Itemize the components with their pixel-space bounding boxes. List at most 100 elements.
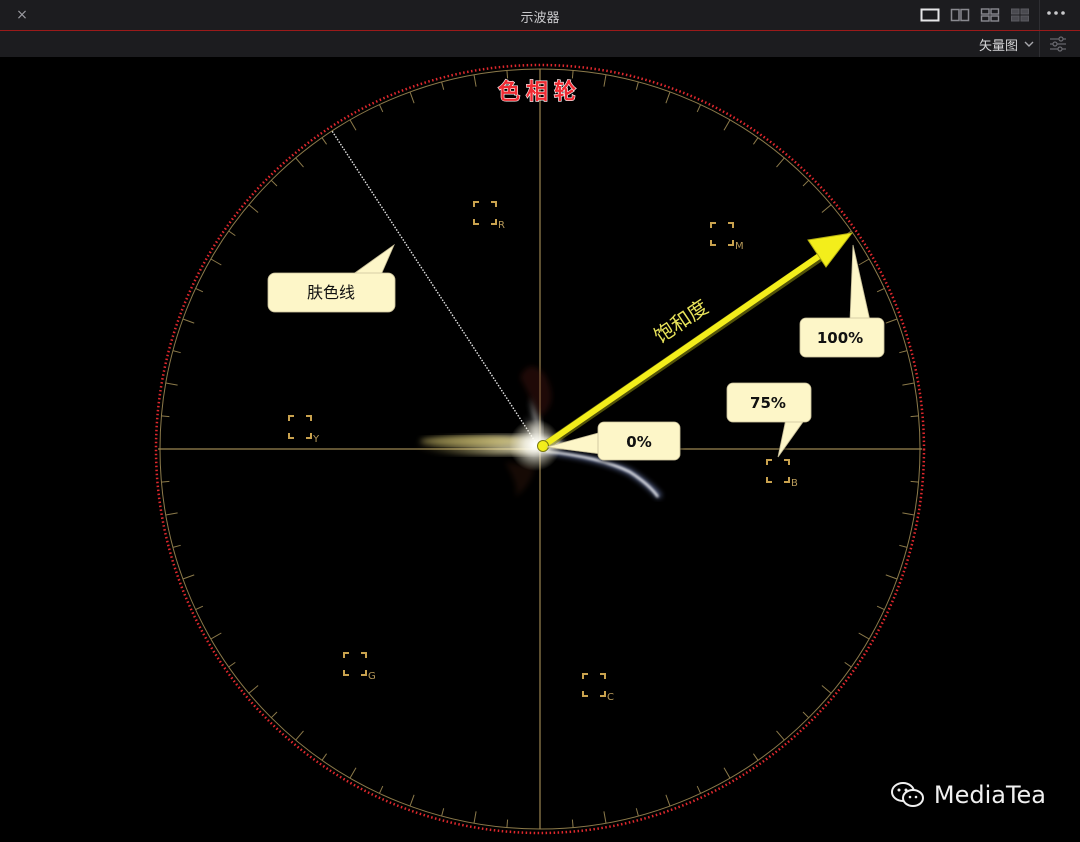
graticule-tick — [821, 204, 832, 213]
skin-tone-label: 肤色线 — [307, 283, 355, 302]
graticule-tick — [161, 480, 170, 483]
graticule-tick — [603, 811, 607, 824]
zero-label: 0% — [626, 433, 651, 451]
vectorscope-display: RMYBGC 色相轮 饱和度 肤色线 0% 75% 100% — [154, 63, 926, 835]
graticule-tick — [696, 785, 702, 794]
graticule-tick — [899, 544, 908, 548]
graticule-tick — [506, 819, 509, 828]
graticule-tick — [910, 480, 919, 483]
graticule-tick — [802, 711, 810, 719]
graticule-tick — [165, 382, 178, 386]
graticule-tick — [885, 318, 898, 324]
graticule-tick — [321, 753, 328, 761]
graticule-tick — [876, 605, 885, 611]
target-label: R — [498, 220, 505, 231]
graticule-tick — [349, 119, 357, 131]
graticule-tick — [696, 104, 702, 113]
graticule-tick — [228, 230, 236, 237]
target-box-r: R — [473, 201, 505, 231]
graticule-tick — [210, 258, 222, 266]
graticule-tick — [409, 794, 415, 807]
graticule-tick — [195, 605, 204, 611]
graticule-tick — [165, 512, 178, 516]
graticule-tick — [295, 157, 304, 168]
graticule-tick — [885, 574, 898, 580]
graticule-tick — [228, 661, 236, 668]
graticule-tick — [473, 74, 477, 87]
graticule-tick — [270, 711, 278, 719]
graticule-tick — [161, 415, 170, 418]
graticule-tick — [603, 74, 607, 87]
target-label: C — [607, 692, 614, 703]
graticule-tick — [409, 91, 415, 104]
divider — [1039, 31, 1040, 57]
single-view-icon[interactable] — [918, 6, 942, 24]
graticule-tick — [506, 70, 509, 79]
graticule-tick — [802, 179, 810, 187]
graticule-tick — [635, 81, 639, 90]
title-bar: × 示波器 — [0, 0, 1080, 31]
graticule-tick — [844, 661, 852, 668]
graticule-tick — [910, 415, 919, 418]
dual-view-icon[interactable] — [948, 6, 972, 24]
graticule-tick — [902, 512, 915, 516]
graticule-tick — [665, 91, 671, 104]
quad-view-icon[interactable] — [978, 6, 1002, 24]
graticule-tick — [635, 808, 639, 817]
vectorscope-title: 色相轮 — [498, 79, 582, 105]
graticule-tick — [270, 179, 278, 187]
graticule-tick — [571, 70, 574, 79]
settings-sliders-icon[interactable] — [1044, 33, 1072, 55]
target-box-y: Y — [288, 415, 320, 445]
target-box-b: B — [766, 459, 798, 489]
target-box-c: C — [582, 673, 614, 703]
graticule-tick — [858, 632, 870, 640]
graticule-tick — [172, 350, 181, 354]
more-options-icon[interactable] — [1040, 3, 1072, 25]
graticule-tick — [571, 819, 574, 828]
graticule-tick — [723, 119, 731, 131]
graticule-tick — [349, 767, 357, 779]
wechat-icon — [890, 782, 924, 807]
chevron-down-icon — [1024, 37, 1034, 52]
graticule-tick — [210, 632, 222, 640]
scope-mode-label: 矢量图 — [978, 38, 1018, 54]
graticule-tick — [858, 258, 870, 266]
target-label: Y — [312, 434, 320, 445]
graticule-tick — [776, 730, 785, 741]
target-label: M — [735, 241, 744, 252]
graticule-tick — [665, 794, 671, 807]
graticule-tick — [899, 350, 908, 354]
graticule-tick — [378, 785, 384, 794]
target-box-g: G — [343, 652, 376, 682]
graticule-tick — [752, 137, 759, 145]
target-label: B — [791, 478, 798, 489]
graticule-tick — [776, 157, 785, 168]
target-label: G — [368, 671, 376, 682]
graticule-tick — [248, 685, 259, 694]
seventy-five-label: 75% — [750, 394, 786, 412]
graticule-tick — [321, 137, 328, 145]
graticule-tick — [902, 382, 915, 386]
graticule-tick — [752, 753, 759, 761]
target-box-m: M — [710, 222, 744, 252]
scope-toolbar: 矢量图 — [0, 31, 1080, 57]
graticule-tick — [876, 287, 885, 293]
graticule-tick — [441, 81, 445, 90]
watermark-text: MediaTea — [933, 781, 1046, 809]
layout-switcher — [918, 6, 1032, 24]
graticule-tick — [441, 808, 445, 817]
graticule-tick — [821, 685, 832, 694]
graticule-tick — [182, 574, 195, 580]
graticule-tick — [723, 767, 731, 779]
graticule-tick — [195, 287, 204, 293]
graticule-tick — [248, 204, 259, 213]
hundred-label: 100% — [817, 329, 863, 347]
scope-mode-select[interactable]: 矢量图 — [978, 35, 1034, 54]
graticule-tick — [473, 811, 477, 824]
graticule-tick — [378, 104, 384, 113]
graticule-tick — [295, 730, 304, 741]
quad-view-alt-icon[interactable] — [1008, 6, 1032, 24]
graticule-tick — [182, 318, 195, 324]
graticule-tick — [172, 544, 181, 548]
